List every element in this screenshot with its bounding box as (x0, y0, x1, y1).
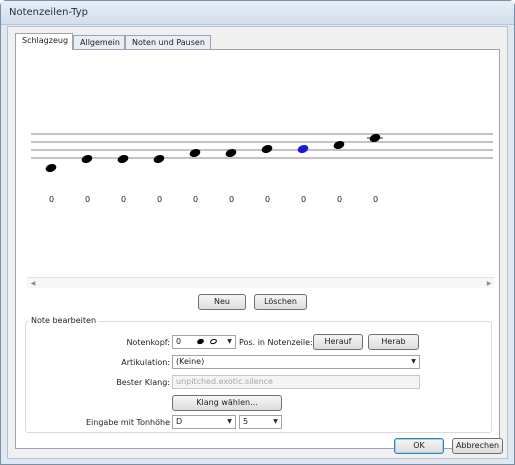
notehead-dropdown[interactable]: 0 ▼ (172, 335, 236, 349)
selected-notehead[interactable] (297, 144, 310, 155)
staff-note[interactable]: 0 (153, 154, 166, 204)
drum-staff-view[interactable]: 0 0 0 0 0 0 0 0 0 0 (27, 61, 495, 297)
pitch-value: D (176, 417, 183, 426)
cancel-button[interactable]: Abbrechen (452, 438, 503, 454)
dialog-window: Notenzeilen-Typ Schlagzeug Allgemein Not… (0, 0, 515, 465)
notehead[interactable] (153, 154, 166, 165)
staff-lines (31, 133, 493, 159)
staff-note[interactable]: 0 (297, 144, 310, 204)
pitch-input-label: Eingabe mit Tonhöhe (85, 418, 170, 427)
edit-note-group-title: Note bearbeiten (29, 316, 99, 325)
octave-dropdown[interactable]: 5 ▼ (239, 415, 282, 429)
notehead-preview (196, 336, 218, 348)
note-label: 0 (229, 195, 234, 204)
tab-schlagzeug[interactable]: Schlagzeug (15, 33, 73, 50)
tab-panel-schlagzeug: 0 0 0 0 0 0 0 0 0 0 ◀ ▶ Neu Löschen Note bearbeit… (15, 49, 500, 449)
note-label: 0 (49, 195, 54, 204)
notehead[interactable] (45, 163, 58, 174)
ok-button[interactable]: OK (394, 438, 444, 454)
staff-note[interactable]: 0 (189, 148, 202, 204)
articulation-value: (Keine) (176, 357, 205, 366)
notehead[interactable] (117, 154, 130, 165)
window-title: Notenzeilen-Typ (9, 7, 88, 18)
staff-note[interactable]: 0 (81, 154, 94, 204)
articulation-label: Artikulation: (121, 358, 170, 367)
best-sound-label: Bester Klang: (116, 378, 170, 387)
staff-horizontal-scrollbar[interactable]: ◀ ▶ (27, 277, 495, 288)
choose-sound-button[interactable]: Klang wählen... (172, 395, 282, 411)
notehead-value: 0 (176, 337, 182, 346)
notehead-label: Notenkopf: (126, 338, 170, 347)
staff-note[interactable]: 0 (333, 140, 346, 204)
note-label: 0 (373, 195, 378, 204)
tab-allgemein[interactable]: Allgemein (73, 35, 125, 49)
tab-noten-und-pausen[interactable]: Noten und Pausen (125, 35, 211, 49)
filled-notehead-icon (196, 337, 205, 346)
dialog-body: Schlagzeug Allgemein Noten und Pausen 00… (7, 26, 508, 459)
scroll-right-arrow-icon[interactable]: ▶ (485, 279, 493, 288)
title-bar: Notenzeilen-Typ (1, 1, 514, 25)
edit-note-group: Note bearbeiten Notenkopf: 0 ▼ Pos. in N… (25, 316, 492, 433)
chevron-down-icon[interactable]: ▼ (270, 416, 281, 428)
staff-note[interactable]: 0 (225, 148, 238, 204)
octave-value: 5 (243, 417, 249, 426)
delete-note-button[interactable]: Löschen (254, 294, 307, 310)
staff-notes: 0 0 0 0 0 0 0 0 0 0 (45, 133, 383, 204)
chevron-down-icon[interactable]: ▼ (224, 416, 235, 428)
best-sound-value: unpitched.exotic.silence (176, 377, 273, 386)
move-up-button[interactable]: Herauf (313, 334, 363, 350)
new-note-button[interactable]: Neu (198, 294, 246, 310)
staff-note[interactable]: 0 (117, 154, 130, 204)
notehead[interactable] (261, 144, 274, 155)
chevron-down-icon[interactable]: ▼ (224, 336, 235, 348)
note-label: 0 (193, 195, 198, 204)
pitch-dropdown[interactable]: D ▼ (172, 415, 236, 429)
chevron-down-icon[interactable]: ▼ (408, 356, 419, 368)
note-label: 0 (85, 195, 90, 204)
notehead[interactable] (225, 148, 238, 159)
staff-note[interactable]: 0 (367, 133, 383, 204)
notehead[interactable] (333, 140, 346, 151)
notehead[interactable] (81, 154, 94, 165)
scroll-left-arrow-icon[interactable]: ◀ (29, 279, 37, 288)
move-down-button[interactable]: Herab (368, 334, 419, 350)
notehead[interactable] (189, 148, 202, 159)
note-label: 0 (337, 195, 342, 204)
open-notehead-icon (208, 337, 218, 346)
staff-canvas: 0 0 0 0 0 0 0 0 0 0 (31, 133, 493, 204)
position-label: Pos. in Notenzeile: (239, 338, 313, 347)
note-label: 0 (265, 195, 270, 204)
note-label: 0 (157, 195, 162, 204)
note-label: 0 (301, 195, 306, 204)
articulation-dropdown[interactable]: (Keine) ▼ (172, 355, 420, 369)
staff-note[interactable]: 0 (45, 163, 58, 204)
best-sound-field: unpitched.exotic.silence (172, 375, 420, 389)
staff-note[interactable]: 0 (261, 144, 274, 204)
note-label: 0 (121, 195, 126, 204)
